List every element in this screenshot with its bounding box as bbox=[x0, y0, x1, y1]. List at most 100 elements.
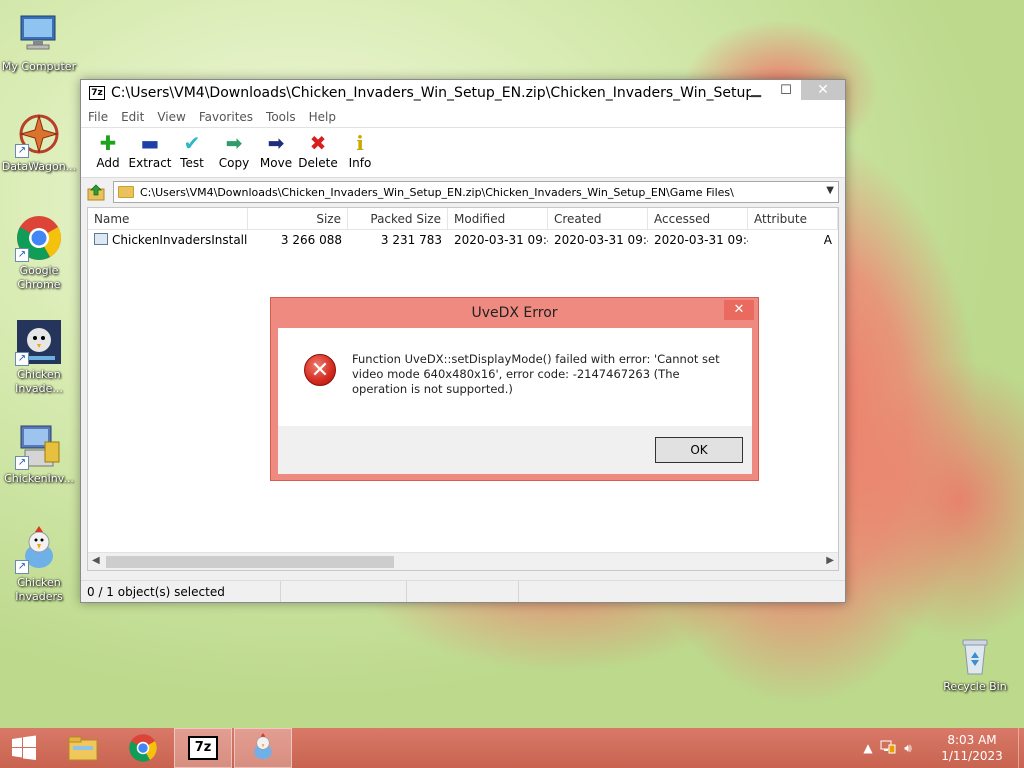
minimize-icon: ▁ bbox=[751, 82, 761, 98]
extract-button[interactable]: ▬ Extract bbox=[129, 128, 172, 170]
clock[interactable]: 8:03 AM 1/11/2023 bbox=[926, 732, 1018, 764]
dialog-titlebar[interactable]: UveDX Error ✕ bbox=[271, 298, 758, 328]
taskbar-file-explorer[interactable] bbox=[54, 728, 112, 768]
maximize-icon: ☐ bbox=[780, 82, 792, 98]
shortcut-arrow-icon: ↗ bbox=[15, 144, 29, 158]
taskbar: 7z ▲ 🔊︎ 8:03 AM 1/11/2023 bbox=[0, 728, 1024, 768]
chrome-icon: ↗ bbox=[15, 214, 63, 262]
maximize-button[interactable]: ☐ bbox=[771, 80, 801, 100]
file-packed-size: 3 231 783 bbox=[380, 233, 442, 247]
shortcut-arrow-icon: ↗ bbox=[15, 560, 29, 574]
menu-favorites[interactable]: Favorites bbox=[192, 110, 259, 124]
status-segment bbox=[407, 581, 519, 602]
status-selection: 0 / 1 object(s) selected bbox=[81, 581, 281, 602]
address-path: C:\Users\VM4\Downloads\Chicken_Invaders_… bbox=[140, 185, 734, 199]
horizontal-scrollbar[interactable]: ◀ ▶ bbox=[88, 552, 838, 570]
dialog-message: Function UveDX::setDisplayMode() failed … bbox=[352, 352, 720, 396]
folder-up-icon[interactable] bbox=[87, 183, 105, 201]
close-icon: ✕ bbox=[817, 82, 829, 98]
menu-tools[interactable]: Tools bbox=[259, 110, 302, 124]
address-bar: C:\Users\VM4\Downloads\Chicken_Invaders_… bbox=[81, 178, 845, 206]
copy-button[interactable]: ➡ Copy bbox=[213, 128, 255, 170]
column-header-packed-size[interactable]: Packed Size bbox=[348, 208, 448, 230]
add-button[interactable]: ✚ Add bbox=[87, 128, 129, 170]
menu-view[interactable]: View bbox=[150, 110, 191, 124]
copy-icon: ➡ bbox=[225, 131, 243, 155]
recycle-bin-icon bbox=[951, 630, 999, 678]
desktop-icon-label: Chicken Invaders bbox=[15, 576, 63, 603]
file-created: 2020-03-31 09:46 bbox=[554, 233, 648, 247]
start-button[interactable] bbox=[0, 728, 48, 768]
windows-logo-icon bbox=[12, 735, 36, 760]
ok-button[interactable]: OK bbox=[655, 437, 743, 463]
chicken-invaders-game-icon: ↗ bbox=[15, 318, 63, 366]
address-input[interactable]: C:\Users\VM4\Downloads\Chicken_Invaders_… bbox=[113, 181, 839, 203]
desktop-icon-label: Chicken Invade... bbox=[15, 368, 63, 395]
menu-file[interactable]: File bbox=[81, 110, 114, 124]
close-button[interactable]: ✕ bbox=[801, 80, 845, 100]
shortcut-arrow-icon: ↗ bbox=[15, 456, 29, 470]
minimize-button[interactable]: ▁ bbox=[741, 80, 771, 100]
scroll-left-icon[interactable]: ◀ bbox=[92, 555, 100, 566]
file-explorer-icon bbox=[68, 736, 98, 761]
column-header-accessed[interactable]: Accessed bbox=[648, 208, 748, 230]
file-icon bbox=[94, 233, 108, 245]
desktop-icon-google-chrome[interactable]: ↗ Google Chrome bbox=[0, 214, 78, 292]
file-size: 3 266 088 bbox=[280, 233, 342, 247]
clock-time: 8:03 AM bbox=[947, 733, 997, 747]
dialog-title: UveDX Error bbox=[471, 305, 558, 321]
column-header-attribute[interactable]: Attribute bbox=[748, 208, 838, 230]
file-name-cell: ChickenInvadersInstalle... bbox=[88, 233, 248, 247]
error-icon: ✕ bbox=[304, 354, 336, 386]
desktop-icon-chicken-invaders-shortcut[interactable]: ↗ Chicken Invade... bbox=[0, 318, 78, 396]
chevron-down-icon[interactable]: ▼ bbox=[826, 185, 834, 196]
system-tray: ▲ 🔊︎ 8:03 AM 1/11/2023 bbox=[858, 728, 1024, 768]
datawagon-icon: ↗ bbox=[15, 110, 63, 158]
computer-icon bbox=[15, 10, 63, 58]
move-icon: ➡ bbox=[267, 131, 285, 155]
volume-icon[interactable]: 🔊︎ bbox=[898, 741, 918, 756]
error-dialog: UveDX Error ✕ ✕ Function UveDX::setDispl… bbox=[270, 297, 759, 481]
desktop-icon-label: DataWagon... bbox=[1, 160, 77, 173]
test-button[interactable]: ✔ Test bbox=[171, 128, 213, 170]
window-title: C:\Users\VM4\Downloads\Chicken_Invaders_… bbox=[111, 85, 751, 101]
file-accessed: 2020-03-31 09:46 bbox=[654, 233, 748, 247]
info-button[interactable]: i Info bbox=[339, 128, 381, 170]
desktop-icon-label: Recycle Bin bbox=[943, 680, 1007, 693]
dialog-close-button[interactable]: ✕ bbox=[724, 300, 754, 320]
taskbar-chicken-invaders[interactable] bbox=[234, 728, 292, 768]
sevenzip-icon: 7z bbox=[188, 736, 218, 760]
column-header-created[interactable]: Created bbox=[548, 208, 648, 230]
toolbar-label: Info bbox=[348, 156, 372, 170]
menubar: File Edit View Favorites Tools Help bbox=[81, 106, 845, 128]
shortcut-arrow-icon: ↗ bbox=[15, 352, 29, 366]
menu-edit[interactable]: Edit bbox=[114, 110, 150, 124]
scroll-right-icon[interactable]: ▶ bbox=[826, 555, 834, 566]
desktop-icon-datawagon[interactable]: ↗ DataWagon... bbox=[0, 110, 78, 174]
delete-button[interactable]: ✖ Delete bbox=[297, 128, 339, 170]
menu-help[interactable]: Help bbox=[302, 110, 342, 124]
network-icon[interactable] bbox=[878, 740, 898, 757]
desktop-icon-recycle-bin[interactable]: Recycle Bin bbox=[936, 630, 1014, 694]
folder-icon bbox=[118, 186, 134, 198]
desktop-icon-label: ChickenInv... bbox=[4, 472, 74, 485]
window-titlebar[interactable]: 7z C:\Users\VM4\Downloads\Chicken_Invade… bbox=[81, 80, 845, 106]
scrollbar-thumb[interactable] bbox=[106, 556, 394, 568]
chevron-up-icon[interactable]: ▲ bbox=[858, 741, 878, 755]
file-name: ChickenInvadersInstalle... bbox=[112, 233, 248, 247]
taskbar-7zip[interactable]: 7z bbox=[174, 728, 232, 768]
column-header-size[interactable]: Size bbox=[248, 208, 348, 230]
table-row[interactable]: ChickenInvadersInstalle... 3 266 088 3 2… bbox=[88, 230, 838, 250]
taskbar-chrome[interactable] bbox=[114, 728, 172, 768]
file-attribute: A bbox=[823, 233, 832, 247]
column-header-name[interactable]: Name bbox=[88, 208, 248, 230]
desktop-icon-chicken-invaders[interactable]: ↗ Chicken Invaders bbox=[0, 526, 78, 604]
show-desktop-button[interactable] bbox=[1018, 728, 1024, 768]
move-button[interactable]: ➡ Move bbox=[255, 128, 297, 170]
toolbar-label: Copy bbox=[218, 156, 250, 170]
test-icon: ✔ bbox=[183, 131, 201, 155]
desktop-icon-my-computer[interactable]: My Computer bbox=[0, 10, 78, 74]
column-header-modified[interactable]: Modified bbox=[448, 208, 548, 230]
delete-icon: ✖ bbox=[309, 131, 327, 155]
desktop-icon-chicken-installer[interactable]: ↗ ChickenInv... bbox=[0, 422, 78, 486]
